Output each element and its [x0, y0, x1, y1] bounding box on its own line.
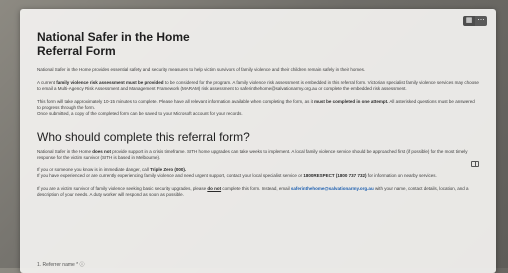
text-fragment: If you have experienced or are currently…: [37, 173, 304, 178]
emphasis-text: 1800RESPECT (1800 737 732): [303, 173, 367, 178]
referral-form-card: ▦ ⋯ National Safer in the Home Referral …: [20, 9, 496, 273]
text-fragment: This form will take approximately 10-15 …: [37, 99, 315, 104]
text-fragment: A current: [37, 80, 57, 85]
text-fragment: If you or someone you know is in immedia…: [37, 167, 151, 172]
text-fragment: for information on nearby services.: [366, 173, 437, 178]
form-title-line2: Referral Form: [37, 44, 116, 58]
text-fragment: If you are a victim survivor of family v…: [37, 186, 208, 191]
intro-paragraph: National Safer in the Home provides esse…: [37, 67, 366, 72]
emphasis-text: must be completed in one attempt.: [314, 99, 389, 104]
emphasis-text: Triple Zero (000).: [150, 167, 187, 172]
section-title: Who should complete this referral form?: [37, 130, 250, 144]
layout-icon[interactable]: ▦: [463, 16, 475, 26]
email-link[interactable]: saferinthehome@salvationarmy.org.au: [291, 186, 374, 191]
text-fragment: Once submitted, a copy of the completed …: [37, 111, 243, 116]
basic-upgrades-paragraph: If you are a victim survivor of family v…: [37, 186, 479, 198]
form-top-actions: ▦ ⋯: [463, 16, 487, 26]
more-options-icon[interactable]: ⋯: [475, 16, 487, 26]
emphasis-text: does not: [92, 149, 112, 154]
book-icon[interactable]: [471, 161, 479, 167]
text-fragment: complete this form. Instead, email: [221, 186, 291, 191]
form-title-line1: National Safer in the Home: [37, 30, 190, 44]
emergency-paragraph: If you or someone you know is in immedia…: [37, 167, 479, 179]
referrer-name-question: 1. Referrer name * ⓘ: [37, 262, 85, 268]
duration-paragraph: This form will take approximately 10-15 …: [37, 99, 479, 117]
emphasis-text: do not: [207, 186, 222, 191]
text-fragment: National Safer in the Home: [37, 149, 93, 154]
form-title: National Safer in the Home Referral Form: [37, 30, 479, 58]
crisis-notice-paragraph: National Safer in the Home does not prov…: [37, 149, 479, 161]
emphasis-text: family violence risk assessment must be …: [56, 80, 164, 85]
risk-assessment-paragraph: A current family violence risk assessmen…: [37, 80, 479, 92]
form-content: National Safer in the Home Referral Form…: [37, 30, 479, 198]
